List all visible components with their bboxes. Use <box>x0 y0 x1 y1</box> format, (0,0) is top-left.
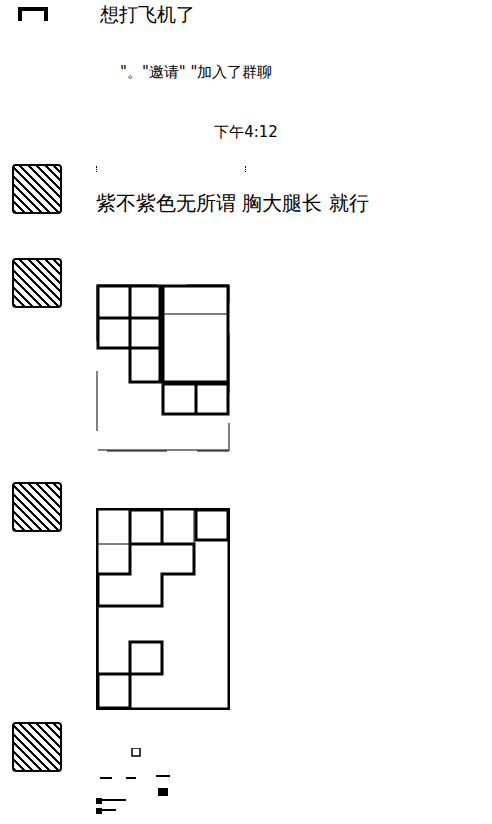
avatar-icon[interactable] <box>12 722 62 772</box>
image-message[interactable] <box>96 748 186 824</box>
image-message[interactable] <box>96 508 230 710</box>
timestamp: 下午4:12 <box>0 122 492 142</box>
avatar-icon[interactable] <box>12 258 62 308</box>
message-row <box>0 482 492 710</box>
message-row: 紫不紫色无所谓 胸大腿长 就行 <box>0 164 492 216</box>
image-message[interactable] <box>96 284 230 452</box>
sender-name <box>96 166 246 172</box>
message-body <box>96 258 230 452</box>
message-row <box>0 722 492 824</box>
avatar-icon[interactable] <box>18 7 48 21</box>
system-message: "。"邀请" "加入了群聊 <box>0 62 492 82</box>
message-body: 紫不紫色无所谓 胸大腿长 就行 <box>96 164 369 216</box>
message-row <box>0 258 492 452</box>
message-row: 想打飞机了 <box>0 0 492 28</box>
avatar-icon[interactable] <box>12 482 62 532</box>
avatar-icon[interactable] <box>12 164 62 214</box>
message-body <box>96 722 186 824</box>
message-body <box>96 482 230 710</box>
message-text: 想打飞机了 <box>100 2 195 26</box>
message-text: 紫不紫色无所谓 胸大腿长 就行 <box>96 190 369 216</box>
